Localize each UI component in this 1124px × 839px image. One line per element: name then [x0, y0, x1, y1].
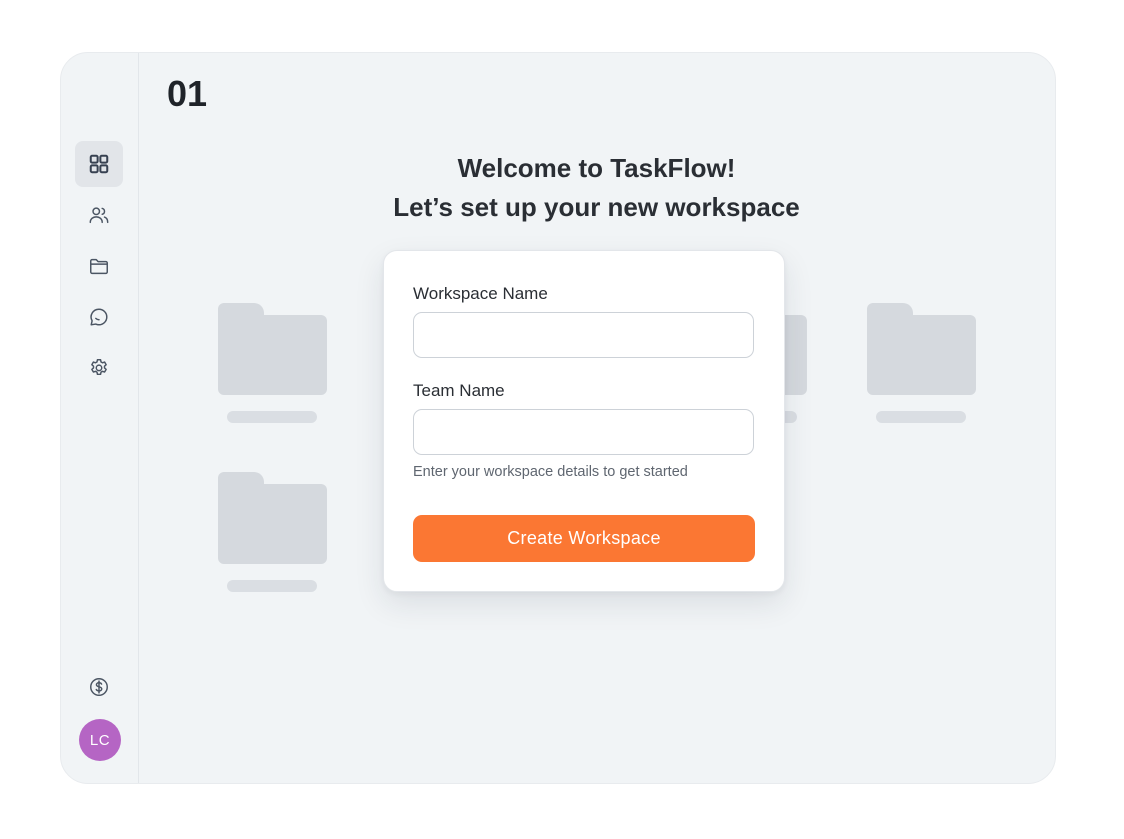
sidebar: LC	[61, 53, 139, 783]
app-window: LC 01 Welcome to TaskFlow! Let’s set up …	[60, 52, 1056, 784]
workspace-setup-card: Workspace Name Team Name Enter your work…	[383, 250, 785, 592]
sidebar-item-team[interactable]	[75, 192, 123, 238]
sidebar-item-dashboard[interactable]	[75, 141, 123, 187]
helper-text: Enter your workspace details to get star…	[413, 464, 688, 480]
folder-icon	[90, 258, 108, 275]
workspace-name-label: Workspace Name	[413, 284, 548, 303]
dollar-circle-icon	[90, 678, 108, 696]
welcome-subtitle: Let’s set up your new workspace	[393, 192, 800, 222]
sidebar-item-settings[interactable]	[75, 345, 123, 391]
dashboard-grid-icon	[89, 154, 109, 174]
workspace-name-input[interactable]	[413, 312, 754, 358]
sidebar-item-billing[interactable]	[75, 664, 123, 710]
avatar[interactable]: LC	[79, 719, 121, 761]
users-icon	[89, 207, 109, 224]
sidebar-item-files[interactable]	[75, 243, 123, 289]
chat-bubble-icon	[90, 308, 108, 326]
step-number: 01	[167, 73, 208, 114]
team-name-input[interactable]	[413, 409, 754, 455]
team-name-label: Team Name	[413, 381, 505, 400]
welcome-title: Welcome to TaskFlow!	[457, 153, 736, 183]
create-workspace-button[interactable]: Create Workspace	[413, 515, 755, 562]
sidebar-item-messages[interactable]	[75, 294, 123, 340]
welcome-heading: Welcome to TaskFlow! Let’s set up your n…	[138, 149, 1055, 227]
settings-gear-icon	[91, 359, 107, 376]
